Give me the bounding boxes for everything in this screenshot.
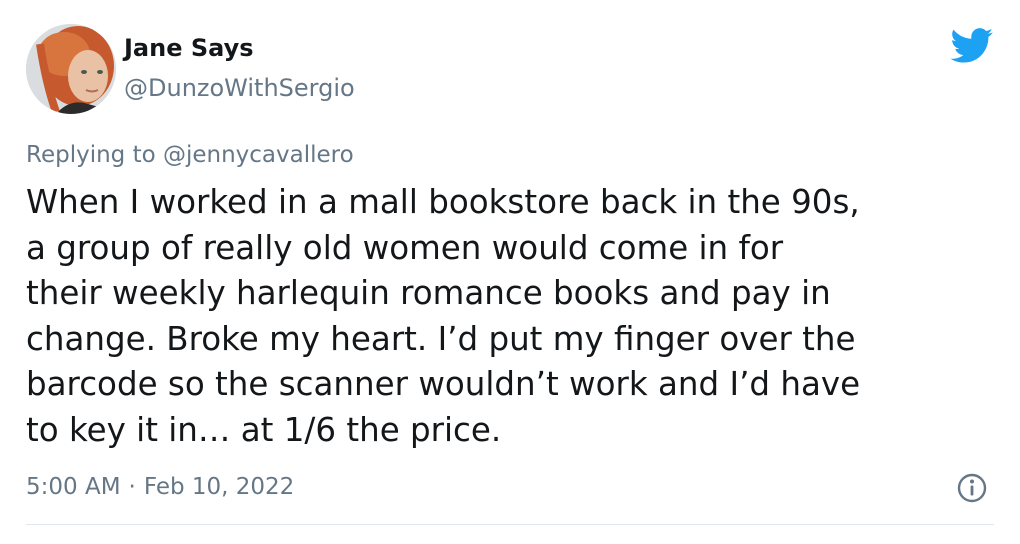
- replying-to: Replying to @jennycavallero: [26, 139, 354, 171]
- timestamp[interactable]: 5:00 AM · Feb 10, 2022: [26, 471, 294, 503]
- divider: [26, 524, 994, 525]
- tweet-text-line: to key it in… at 1/6 the price.: [26, 410, 502, 449]
- info-icon[interactable]: [956, 472, 988, 504]
- tweet-time: 5:00 AM: [26, 474, 121, 500]
- tweet-text-line: their weekly harlequin romance books and…: [26, 274, 831, 312]
- profile-photo-icon: [26, 24, 116, 114]
- reply-target-link[interactable]: @jennycavallero: [163, 142, 354, 168]
- tweet-text: When I worked in a mall bookstore back i…: [26, 180, 1001, 453]
- twitter-bird-icon[interactable]: [950, 28, 994, 64]
- tweet-text-line: change. Broke my heart. I’d put my finge…: [26, 319, 856, 358]
- tweet-text-line: a group of really old women would come i…: [26, 228, 784, 267]
- user-handle[interactable]: @DunzoWithSergio: [124, 72, 355, 104]
- avatar[interactable]: [26, 24, 116, 114]
- display-name[interactable]: Jane Says: [124, 32, 254, 64]
- timestamp-separator: ·: [128, 474, 136, 500]
- tweet-card: Jane Says @DunzoWithSergio Replying to @…: [0, 0, 1020, 544]
- tweet-text-line: barcode so the scanner wouldn’t work and…: [26, 365, 861, 403]
- reply-prefix: Replying to: [26, 142, 163, 168]
- tweet-text-line: When I worked in a mall bookstore back i…: [26, 183, 860, 221]
- tweet-date: Feb 10, 2022: [143, 474, 295, 500]
